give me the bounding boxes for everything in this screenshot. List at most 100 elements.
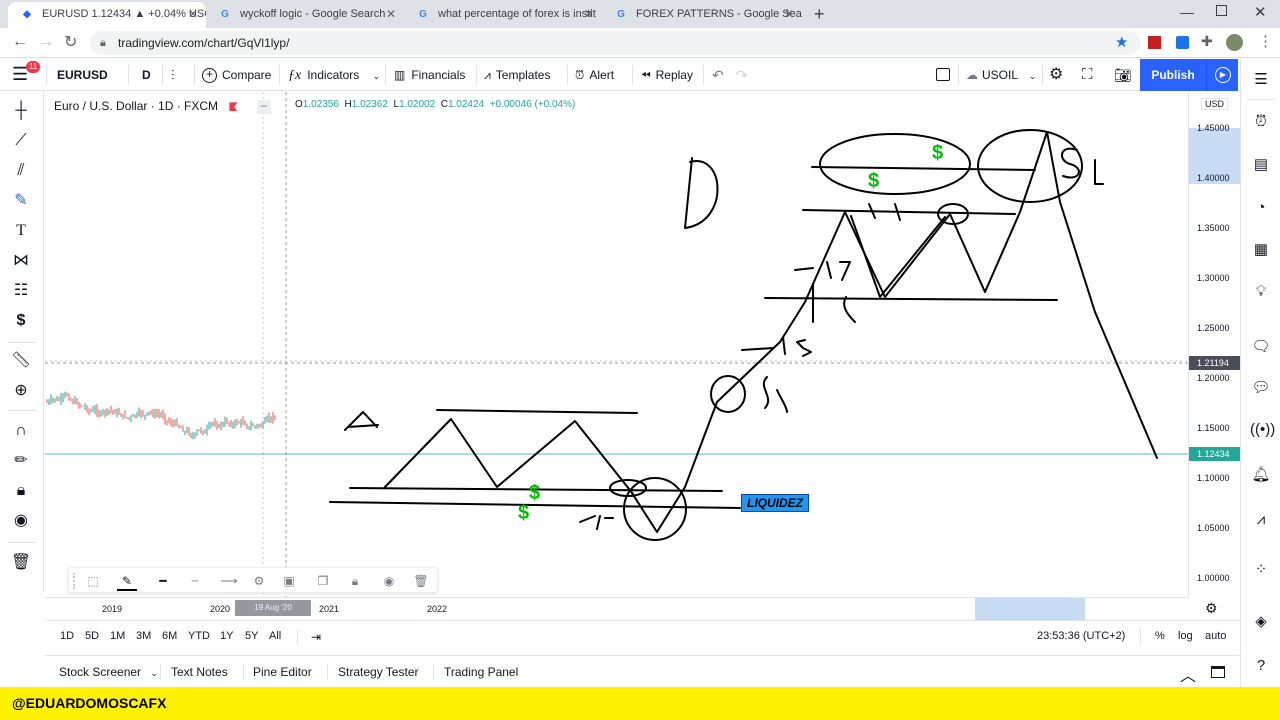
range-1d[interactable]: 1D <box>60 630 74 642</box>
browser-tab[interactable]: G what percentage of forex is instit ✕ <box>404 2 602 28</box>
clock-label[interactable]: 23:53:36 (UTC+2) <box>1037 630 1125 642</box>
help-icon[interactable]: ? <box>1250 655 1272 677</box>
candle-style-icon[interactable]: ⫶ <box>171 59 175 91</box>
ideas-lightbulb-icon[interactable]: 💡︎ <box>1250 281 1272 303</box>
percent-toggle[interactable]: % <box>1155 630 1165 642</box>
fullscreen-icon[interactable]: ⛶ <box>1082 59 1093 91</box>
notifications-bell-icon[interactable]: 🔔︎ <box>1250 464 1272 486</box>
pen-color-icon[interactable]: ✎ <box>117 571 137 591</box>
visual-order-icon[interactable]: ▣ <box>279 571 299 591</box>
magnet-icon[interactable]: ∩ <box>10 420 32 442</box>
pattern-icon[interactable]: ⋈ <box>10 250 32 272</box>
range-3m[interactable]: 3M <box>136 630 151 642</box>
tab-trading-panel[interactable]: Trading Panel <box>434 656 528 688</box>
tab-stock-screener[interactable]: Stock Screener ⌄ <box>49 656 168 688</box>
range-1m[interactable]: 1M <box>110 630 125 642</box>
log-toggle[interactable]: log <box>1178 630 1193 642</box>
forward-icon[interactable]: → <box>38 33 54 51</box>
calendar-icon[interactable]: ▦ <box>1250 239 1272 261</box>
chart-legend[interactable]: Euro / U.S. Dollar · 1D · FXCM − <box>54 97 271 115</box>
clone-icon[interactable]: ❐ <box>313 571 333 591</box>
template-icon[interactable]: ⬚ <box>83 571 103 591</box>
close-icon[interactable]: ✕ <box>386 2 396 26</box>
lock-icon[interactable]: 🔒︎ <box>345 571 365 591</box>
more-icon[interactable]: ⋮ <box>1258 32 1273 50</box>
browser-tab[interactable]: ◆ EURUSD 1.12434 ▲ +0.04% USOI ✕ <box>8 2 206 28</box>
alert-button[interactable]: ⏰︎ Alert <box>575 59 614 91</box>
publish-button[interactable]: Publish <box>1140 59 1206 91</box>
url-field[interactable]: 🔒︎ tradingview.com/chart/GqVl1lyp/ <box>90 31 1140 55</box>
templates-button[interactable]: ⩘ Templates <box>484 59 550 91</box>
zoom-in-icon[interactable]: ⊕ <box>10 380 32 402</box>
maximize-panel-icon[interactable] <box>1211 666 1225 678</box>
range-ytd[interactable]: YTD <box>188 630 210 642</box>
extension-icon[interactable] <box>1176 36 1189 49</box>
lock-icon[interactable]: 🔒︎ <box>10 480 32 502</box>
chevron-up-icon[interactable]: ︿ <box>1180 662 1196 686</box>
trendline-icon[interactable]: ⟋ <box>10 130 32 152</box>
range-6m[interactable]: 6M <box>162 630 177 642</box>
forecast-icon[interactable]: ☷ <box>10 280 32 302</box>
play-circle-icon[interactable]: ▶ <box>1206 59 1238 91</box>
eye-icon[interactable]: ◉ <box>10 510 32 532</box>
axis-settings-gear-icon[interactable]: ⚙ <box>1205 600 1218 617</box>
minimize-icon[interactable]: — <box>1180 4 1194 20</box>
financials-button[interactable]: ▥ Financials <box>394 59 465 91</box>
new-tab-icon[interactable]: + <box>814 4 825 25</box>
alarm-clock-icon[interactable]: ⏰︎ <box>1250 111 1272 133</box>
brush-icon[interactable]: ✎ <box>10 190 32 212</box>
fib-icon[interactable]: ⫽ <box>10 160 32 182</box>
trash-icon[interactable]: 🗑︎ <box>10 552 32 574</box>
line-width-icon[interactable]: ━ <box>149 571 177 591</box>
camera-icon[interactable]: 📷︎ <box>1114 59 1132 91</box>
watchlist-icon[interactable]: ☰ <box>1250 69 1272 91</box>
extension-icon[interactable] <box>1148 36 1161 49</box>
bookmark-star-icon[interactable]: ★ <box>1115 33 1128 51</box>
back-icon[interactable]: ← <box>12 33 28 51</box>
indicators-button[interactable]: ƒx Indicators ⌄ <box>288 59 380 91</box>
browser-tab[interactable]: G wyckoff logic - Google Search ✕ <box>206 2 404 28</box>
layers-icon[interactable]: ◈ <box>1250 611 1272 633</box>
collapse-icon[interactable]: − <box>256 99 271 114</box>
go-to-date-icon[interactable]: ⇥ <box>311 630 321 644</box>
broadcast-icon[interactable]: ((•)) <box>1250 419 1275 441</box>
arrow-style-icon[interactable]: ⟶ <box>215 571 243 591</box>
puzzle-icon[interactable]: ✚ <box>1201 33 1213 50</box>
undo-icon[interactable]: ↶ <box>712 59 724 91</box>
settings-gear-icon[interactable]: ⚙ <box>1049 59 1063 91</box>
fullscreen-layout-icon[interactable] <box>936 68 950 81</box>
dots-grid-icon[interactable]: ⁘ <box>1250 559 1272 581</box>
range-5y[interactable]: 5Y <box>245 630 258 642</box>
range-1y[interactable]: 1Y <box>220 630 233 642</box>
redo-icon[interactable]: ↷ <box>736 59 748 91</box>
avatar[interactable] <box>1226 34 1243 51</box>
data-window-icon[interactable]: ▤ <box>1250 154 1272 176</box>
range-all[interactable]: All <box>269 630 281 642</box>
tab-pine-editor[interactable]: Pine Editor <box>243 656 322 688</box>
tab-strategy-tester[interactable]: Strategy Tester <box>328 656 428 688</box>
range-5d[interactable]: 5D <box>85 630 99 642</box>
close-icon[interactable]: ✕ <box>584 2 594 26</box>
dollar-icon[interactable]: $ <box>10 310 32 332</box>
replay-button[interactable]: ⏪︎ Replay <box>641 59 693 91</box>
reload-icon[interactable]: ↻ <box>64 32 77 52</box>
hotlist-icon[interactable]: ◔ <box>1250 197 1272 219</box>
eye-icon[interactable]: ◉ <box>379 571 399 591</box>
trend-icon[interactable]: ⩘ <box>1250 509 1272 531</box>
chart-canvas[interactable] <box>45 92 1188 597</box>
layout-button[interactable]: ☁︎ USOIL ⌄ <box>966 59 1036 91</box>
close-window-icon[interactable]: ✕ <box>1254 3 1267 21</box>
trash-icon[interactable]: 🗑︎ <box>411 571 431 591</box>
stay-drawing-icon[interactable]: ✏︎ <box>10 450 32 472</box>
browser-tab[interactable]: G FOREX PATTERNS - Google Searc ✕ <box>602 2 802 28</box>
tab-text-notes[interactable]: Text Notes <box>161 656 238 688</box>
auto-toggle[interactable]: auto <box>1205 630 1226 642</box>
close-icon[interactable]: ✕ <box>784 2 794 26</box>
symbol-button[interactable]: EURUSD <box>57 59 108 91</box>
crosshair-icon[interactable]: ┼ <box>10 100 32 122</box>
chats-icon[interactable]: 💬︎ <box>1250 377 1272 399</box>
maximize-icon[interactable] <box>1216 5 1227 16</box>
chart-pane[interactable]: $ $ $ $ LIQUIDEZ <box>45 92 1240 597</box>
ruler-icon[interactable]: 📏︎ <box>10 350 32 372</box>
streams-icon[interactable]: 🗨︎ <box>1250 336 1272 358</box>
